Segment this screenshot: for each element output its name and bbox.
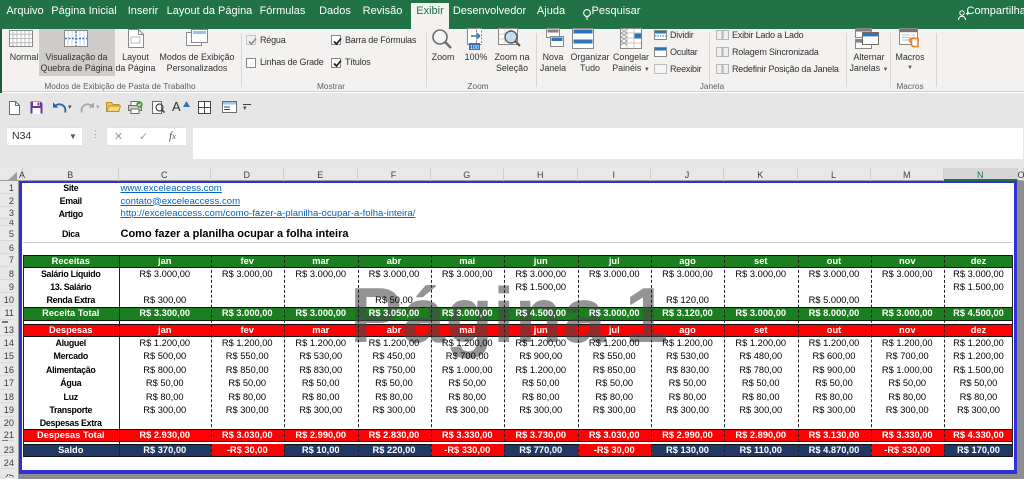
svg-text:100: 100 (470, 45, 479, 51)
